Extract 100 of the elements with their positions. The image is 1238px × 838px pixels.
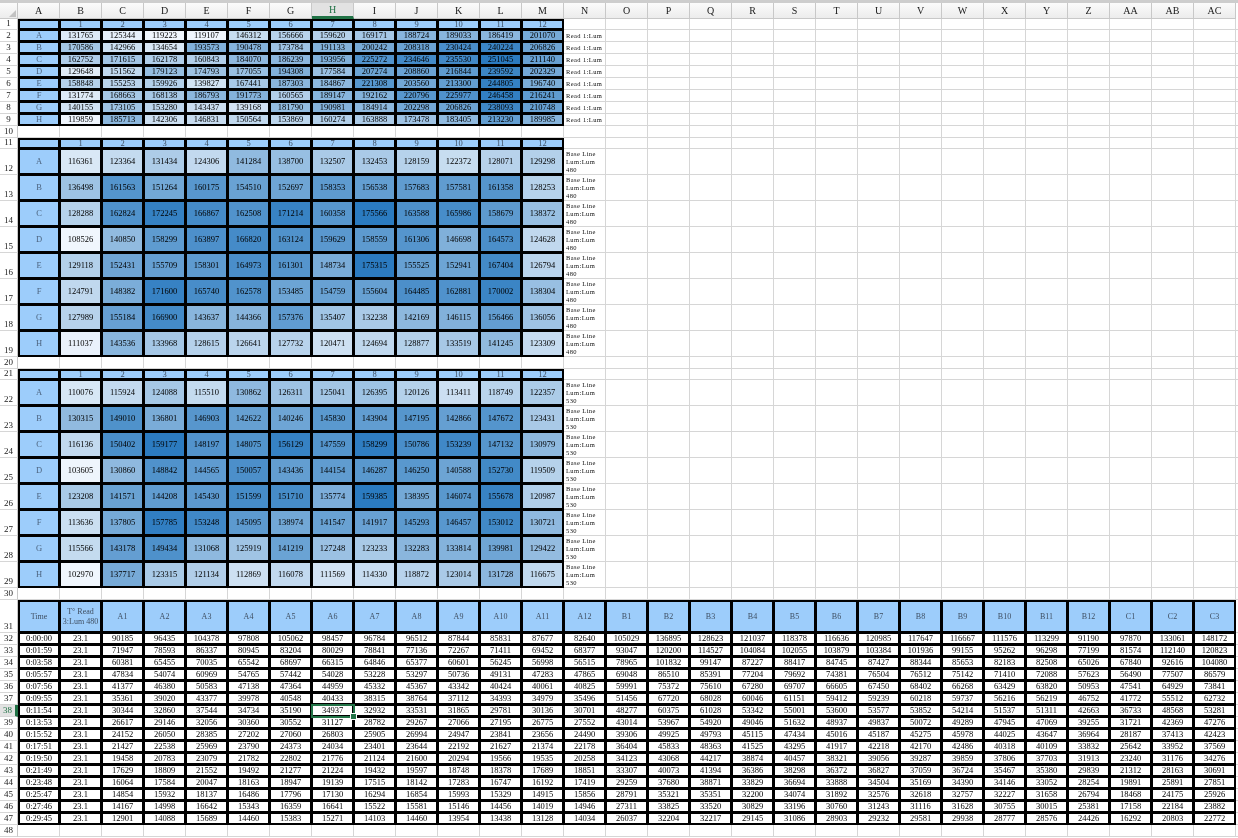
table-cell: 159620: [312, 30, 354, 42]
table-cell: 44217: [690, 753, 732, 765]
column-header[interactable]: B: [60, 3, 102, 19]
table-cell: 143637: [186, 305, 228, 331]
table-cell: 56490: [1110, 669, 1152, 681]
table-cell: 67840: [1110, 657, 1152, 669]
table-cell: 55001: [774, 705, 816, 717]
column-header[interactable]: R: [732, 3, 774, 19]
column-header[interactable]: C: [102, 3, 144, 19]
table-cell: 33307: [606, 765, 648, 777]
column-header[interactable]: AB: [1152, 3, 1194, 19]
column-header[interactable]: V: [900, 3, 942, 19]
table-cell: 246458: [480, 90, 522, 102]
table-cell: 172245: [144, 201, 186, 227]
column-header[interactable]: S: [774, 3, 816, 19]
column-header[interactable]: K: [438, 3, 480, 19]
column-header[interactable]: L: [480, 3, 522, 19]
table-cell: 38321: [816, 753, 858, 765]
column-label: 11: [480, 138, 522, 149]
table-cell: 125041: [312, 380, 354, 406]
column-header[interactable]: E: [186, 3, 228, 19]
table-cell: 18809: [144, 765, 186, 777]
column-label: 7: [312, 369, 354, 380]
column-header[interactable]: I: [354, 3, 396, 19]
table-cell: 128615: [186, 331, 228, 357]
table-cell: 132238: [354, 305, 396, 331]
table-cell: 26037: [606, 813, 648, 825]
table-cell: 26803: [312, 729, 354, 741]
column-header[interactable]: U: [858, 3, 900, 19]
table-cell: 22538: [144, 741, 186, 753]
column-header[interactable]: H: [312, 3, 354, 19]
table-cell: 145430: [186, 484, 228, 510]
table-cell: 18163: [228, 777, 270, 789]
column-heading: Time: [18, 600, 60, 633]
table-cell: 193956: [312, 54, 354, 66]
table-cell: 16359: [270, 801, 312, 813]
column-header[interactable]: AC: [1194, 3, 1236, 19]
table-cell: 152730: [480, 458, 522, 484]
table-cell: 140155: [60, 102, 102, 114]
table-cell: 34393: [480, 693, 522, 705]
column-header[interactable]: G: [270, 3, 312, 19]
column-header[interactable]: N: [564, 3, 606, 19]
column-header[interactable]: O: [606, 3, 648, 19]
table-cell: 34276: [1194, 753, 1236, 765]
table-cell: 28777: [984, 813, 1026, 825]
table-cell: 48568: [1152, 705, 1194, 717]
table-cell: 0:00:00: [18, 633, 60, 645]
table-cell: 23.1: [60, 681, 102, 693]
table-cell: 155184: [102, 305, 144, 331]
table-cell: 23.1: [60, 705, 102, 717]
table-cell: 28576: [1026, 813, 1068, 825]
column-header[interactable]: F: [228, 3, 270, 19]
table-cell: 177055: [228, 66, 270, 78]
column-header[interactable]: Y: [1026, 3, 1068, 19]
column-header[interactable]: J: [396, 3, 438, 19]
table-cell: 17796: [270, 789, 312, 801]
column-header[interactable]: W: [942, 3, 984, 19]
table-cell: 40457: [774, 753, 816, 765]
table-cell: 88344: [900, 657, 942, 669]
column-header[interactable]: Z: [1068, 3, 1110, 19]
table-cell: 47069: [1026, 717, 1068, 729]
table-cell: 71411: [480, 645, 522, 657]
column-header[interactable]: X: [984, 3, 1026, 19]
table-cell: 27066: [438, 717, 480, 729]
column-header[interactable]: M: [522, 3, 564, 19]
column-label: 2: [102, 19, 144, 30]
column-header[interactable]: D: [144, 3, 186, 19]
column-label: 8: [354, 369, 396, 380]
table-cell: 130979: [522, 432, 564, 458]
column-header[interactable]: A: [18, 3, 60, 19]
column-heading: A1: [102, 600, 144, 633]
column-heading: B9: [942, 600, 984, 633]
column-header[interactable]: T: [816, 3, 858, 19]
table-cell: 33829: [732, 777, 774, 789]
table-cell: 184867: [312, 78, 354, 90]
table-cell: 71947: [102, 645, 144, 657]
column-header[interactable]: P: [648, 3, 690, 19]
table-cell: 153280: [144, 102, 186, 114]
table-cell: 186419: [480, 30, 522, 42]
column-header[interactable]: AA: [1110, 3, 1152, 19]
column-heading: A2: [144, 600, 186, 633]
table-cell: 17130: [312, 789, 354, 801]
table-cell: 23.1: [60, 813, 102, 825]
row-header[interactable]: 38: [0, 705, 18, 717]
table-cell: 45833: [648, 741, 690, 753]
row-label: B: [18, 42, 60, 54]
column-label: 12: [522, 369, 564, 380]
table-cell: 124628: [522, 227, 564, 253]
column-header[interactable]: Q: [690, 3, 732, 19]
fill-handle[interactable]: [350, 713, 357, 720]
table-cell: 31176: [1152, 753, 1194, 765]
table-cell: 28791: [606, 789, 648, 801]
table-cell: 138304: [522, 279, 564, 305]
table-cell: 234646: [396, 54, 438, 66]
table-cell: 25891: [1152, 777, 1194, 789]
table-cell: 24152: [102, 729, 144, 741]
table-cell: 191773: [228, 90, 270, 102]
table-cell: 0:17:51: [18, 741, 60, 753]
table-cell: 157785: [144, 510, 186, 536]
table-cell: 104080: [1194, 657, 1236, 669]
